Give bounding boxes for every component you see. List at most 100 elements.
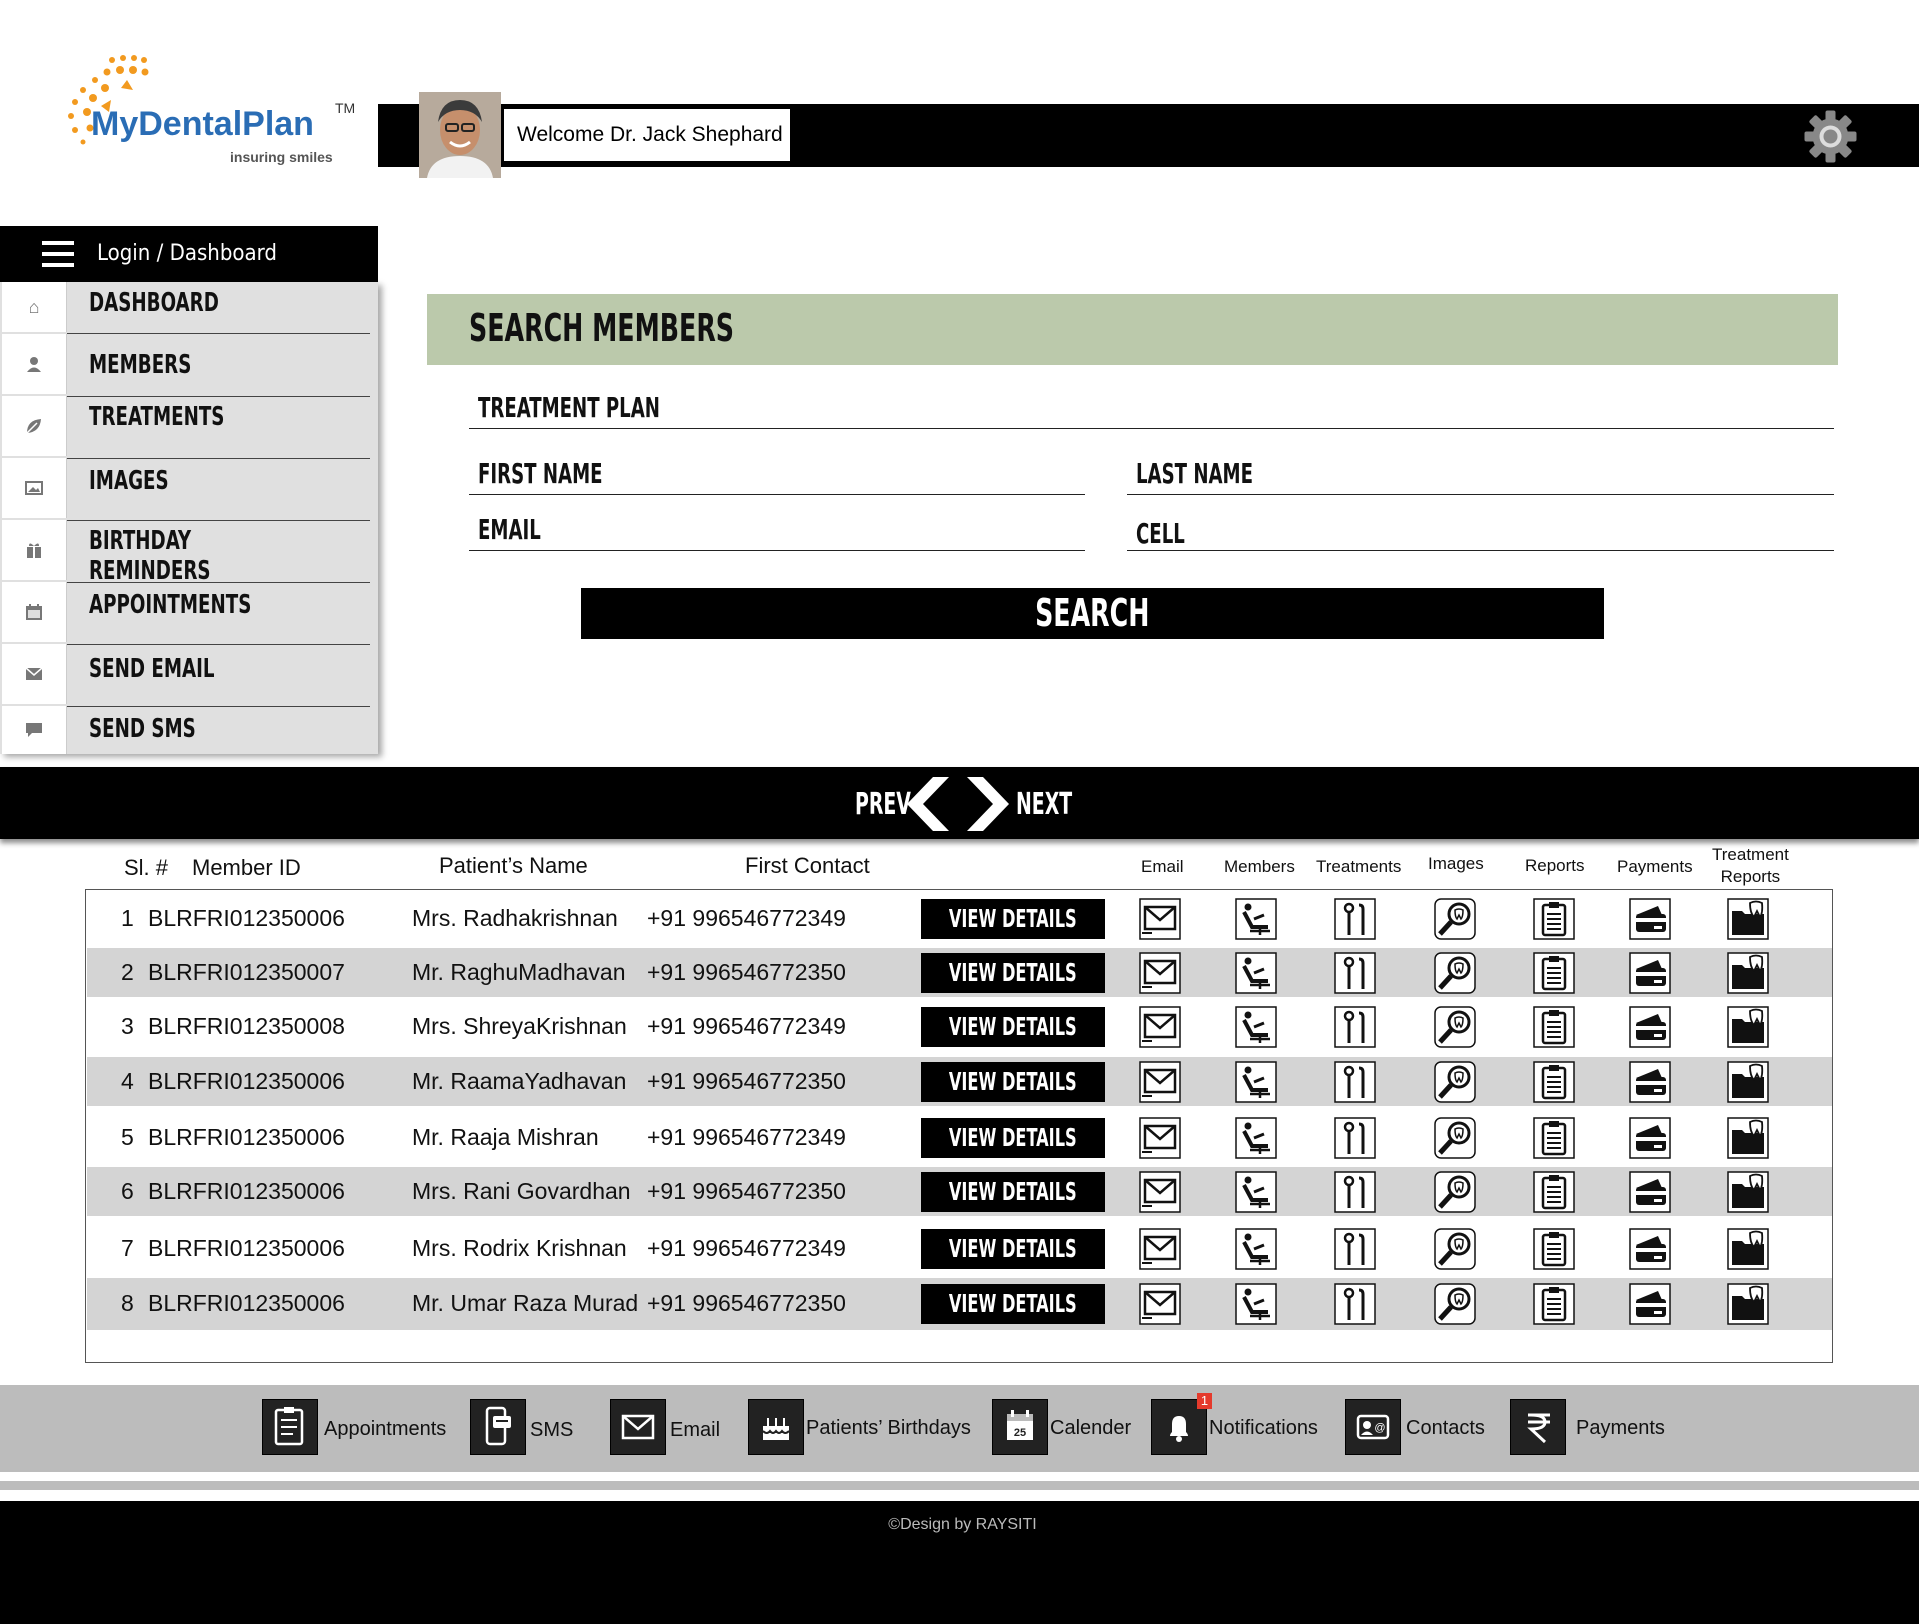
treatment-plan-field[interactable]: TREATMENT PLAN — [469, 386, 1834, 429]
folder-tooth-icon[interactable] — [1726, 1282, 1770, 1326]
menu-icon[interactable] — [42, 241, 74, 267]
card-payment-icon[interactable] — [1628, 1005, 1672, 1049]
clipboard-icon[interactable] — [1532, 1227, 1576, 1271]
card-payment-icon[interactable] — [1628, 951, 1672, 995]
dental-tools-icon[interactable] — [1333, 1005, 1377, 1049]
gear-icon[interactable] — [1803, 109, 1858, 164]
view-details-button[interactable]: VIEW DETAILS — [921, 899, 1105, 939]
dental-chair-icon[interactable] — [1234, 1227, 1278, 1271]
sidebar-item-images[interactable]: IMAGES — [0, 458, 370, 521]
tooth-search-icon[interactable] — [1433, 1170, 1477, 1214]
email-field[interactable]: EMAIL — [469, 508, 1085, 551]
view-details-button[interactable]: VIEW DETAILS — [921, 953, 1105, 993]
dental-tools-icon[interactable] — [1333, 1227, 1377, 1271]
next-link[interactable]: NEXT — [1016, 787, 1072, 822]
tooth-search-icon[interactable] — [1433, 1227, 1477, 1271]
folder-tooth-icon[interactable] — [1726, 1170, 1770, 1214]
cell-field[interactable]: CELL — [1127, 508, 1834, 551]
avatar[interactable] — [419, 92, 501, 178]
folder-tooth-icon[interactable] — [1726, 1116, 1770, 1160]
card-payment-icon[interactable] — [1628, 1170, 1672, 1214]
email-icon[interactable] — [1138, 1005, 1182, 1049]
clipboard-icon[interactable] — [1532, 1282, 1576, 1326]
rupee-icon[interactable] — [1510, 1399, 1566, 1455]
dental-tools-icon[interactable] — [1333, 1116, 1377, 1160]
birthdays-link[interactable]: Patients’ Birthdays — [806, 1417, 971, 1440]
contacts-link[interactable]: Contacts — [1406, 1417, 1485, 1440]
view-details-button[interactable]: VIEW DETAILS — [921, 1007, 1105, 1047]
tooth-search-icon[interactable] — [1433, 1005, 1477, 1049]
dental-chair-icon[interactable] — [1234, 1116, 1278, 1160]
card-payment-icon[interactable] — [1628, 1116, 1672, 1160]
clipboard-icon[interactable] — [1532, 1005, 1576, 1049]
dental-tools-icon[interactable] — [1333, 897, 1377, 941]
first-contact: +91 996546772350 — [647, 1178, 846, 1204]
dental-chair-icon[interactable] — [1234, 1005, 1278, 1049]
view-details-button[interactable]: VIEW DETAILS — [921, 1172, 1105, 1212]
tooth-search-icon[interactable] — [1433, 1060, 1477, 1104]
sidebar-item-send-email[interactable]: SEND EMAIL — [0, 644, 370, 707]
card-payment-icon[interactable] — [1628, 1282, 1672, 1326]
cake-icon[interactable] — [748, 1399, 804, 1455]
sms-icon[interactable] — [470, 1399, 526, 1455]
appointments-link[interactable]: Appointments — [324, 1418, 446, 1441]
email-icon[interactable] — [1138, 1116, 1182, 1160]
view-details-button[interactable]: VIEW DETAILS — [921, 1229, 1105, 1269]
first-name-field[interactable]: FIRST NAME — [469, 450, 1085, 495]
dental-chair-icon[interactable] — [1234, 1282, 1278, 1326]
tooth-search-icon[interactable] — [1433, 897, 1477, 941]
tooth-search-icon[interactable] — [1433, 951, 1477, 995]
email-icon[interactable] — [1138, 1060, 1182, 1104]
card-payment-icon[interactable] — [1628, 897, 1672, 941]
clipboard-icon[interactable] — [1532, 1170, 1576, 1214]
folder-tooth-icon[interactable] — [1726, 1227, 1770, 1271]
sidebar-item-treatments[interactable]: TREATMENTS — [0, 396, 370, 459]
sidebar-item-members[interactable]: MEMBERS — [0, 334, 370, 397]
dental-chair-icon[interactable] — [1234, 951, 1278, 995]
clipboard-icon[interactable] — [1532, 951, 1576, 995]
gift-icon — [2, 520, 67, 580]
folder-tooth-icon[interactable] — [1726, 1060, 1770, 1104]
clipboard-icon[interactable] — [1532, 1060, 1576, 1104]
folder-tooth-icon[interactable] — [1726, 1005, 1770, 1049]
contact-card-icon[interactable]: @ — [1345, 1399, 1401, 1455]
dental-tools-icon[interactable] — [1333, 1060, 1377, 1104]
view-details-button[interactable]: VIEW DETAILS — [921, 1284, 1105, 1324]
clipboard-icon[interactable] — [1532, 897, 1576, 941]
dental-tools-icon[interactable] — [1333, 951, 1377, 995]
email-icon[interactable] — [1138, 951, 1182, 995]
mail-icon[interactable] — [610, 1399, 666, 1455]
payments-link[interactable]: Payments — [1576, 1417, 1665, 1440]
sidebar-item-send-sms[interactable]: SEND SMS — [0, 706, 370, 754]
sidebar-header[interactable]: Login / Dashboard — [0, 226, 378, 282]
search-button[interactable]: SEARCH — [581, 588, 1604, 639]
email-icon[interactable] — [1138, 897, 1182, 941]
dental-chair-icon[interactable] — [1234, 1060, 1278, 1104]
dental-chair-icon[interactable] — [1234, 1170, 1278, 1214]
tooth-search-icon[interactable] — [1433, 1116, 1477, 1160]
view-details-button[interactable]: VIEW DETAILS — [921, 1118, 1105, 1158]
view-details-button[interactable]: VIEW DETAILS — [921, 1062, 1105, 1102]
notifications-link[interactable]: Notifications — [1209, 1417, 1318, 1440]
dental-tools-icon[interactable] — [1333, 1170, 1377, 1214]
email-icon[interactable] — [1138, 1227, 1182, 1271]
sidebar-item-birthday-reminders[interactable]: BIRTHDAY REMINDERS — [0, 520, 370, 586]
email-link[interactable]: Email — [670, 1419, 720, 1442]
last-name-field[interactable]: LAST NAME — [1127, 450, 1834, 495]
tooth-search-icon[interactable] — [1433, 1282, 1477, 1326]
card-payment-icon[interactable] — [1628, 1227, 1672, 1271]
clipboard-icon[interactable] — [1532, 1116, 1576, 1160]
dental-chair-icon[interactable] — [1234, 897, 1278, 941]
folder-tooth-icon[interactable] — [1726, 897, 1770, 941]
email-icon[interactable] — [1138, 1170, 1182, 1214]
calender-link[interactable]: Calender — [1050, 1417, 1131, 1440]
appointments-icon[interactable] — [262, 1399, 318, 1455]
calendar-icon[interactable]: 25 — [992, 1399, 1048, 1455]
folder-tooth-icon[interactable] — [1726, 951, 1770, 995]
card-payment-icon[interactable] — [1628, 1060, 1672, 1104]
sms-link[interactable]: SMS — [530, 1419, 573, 1442]
email-icon[interactable] — [1138, 1282, 1182, 1326]
sidebar-item-appointments[interactable]: APPOINTMENTS — [0, 582, 370, 645]
sidebar-item-dashboard[interactable]: ⌂ DASHBOARD — [0, 282, 370, 334]
dental-tools-icon[interactable] — [1333, 1282, 1377, 1326]
